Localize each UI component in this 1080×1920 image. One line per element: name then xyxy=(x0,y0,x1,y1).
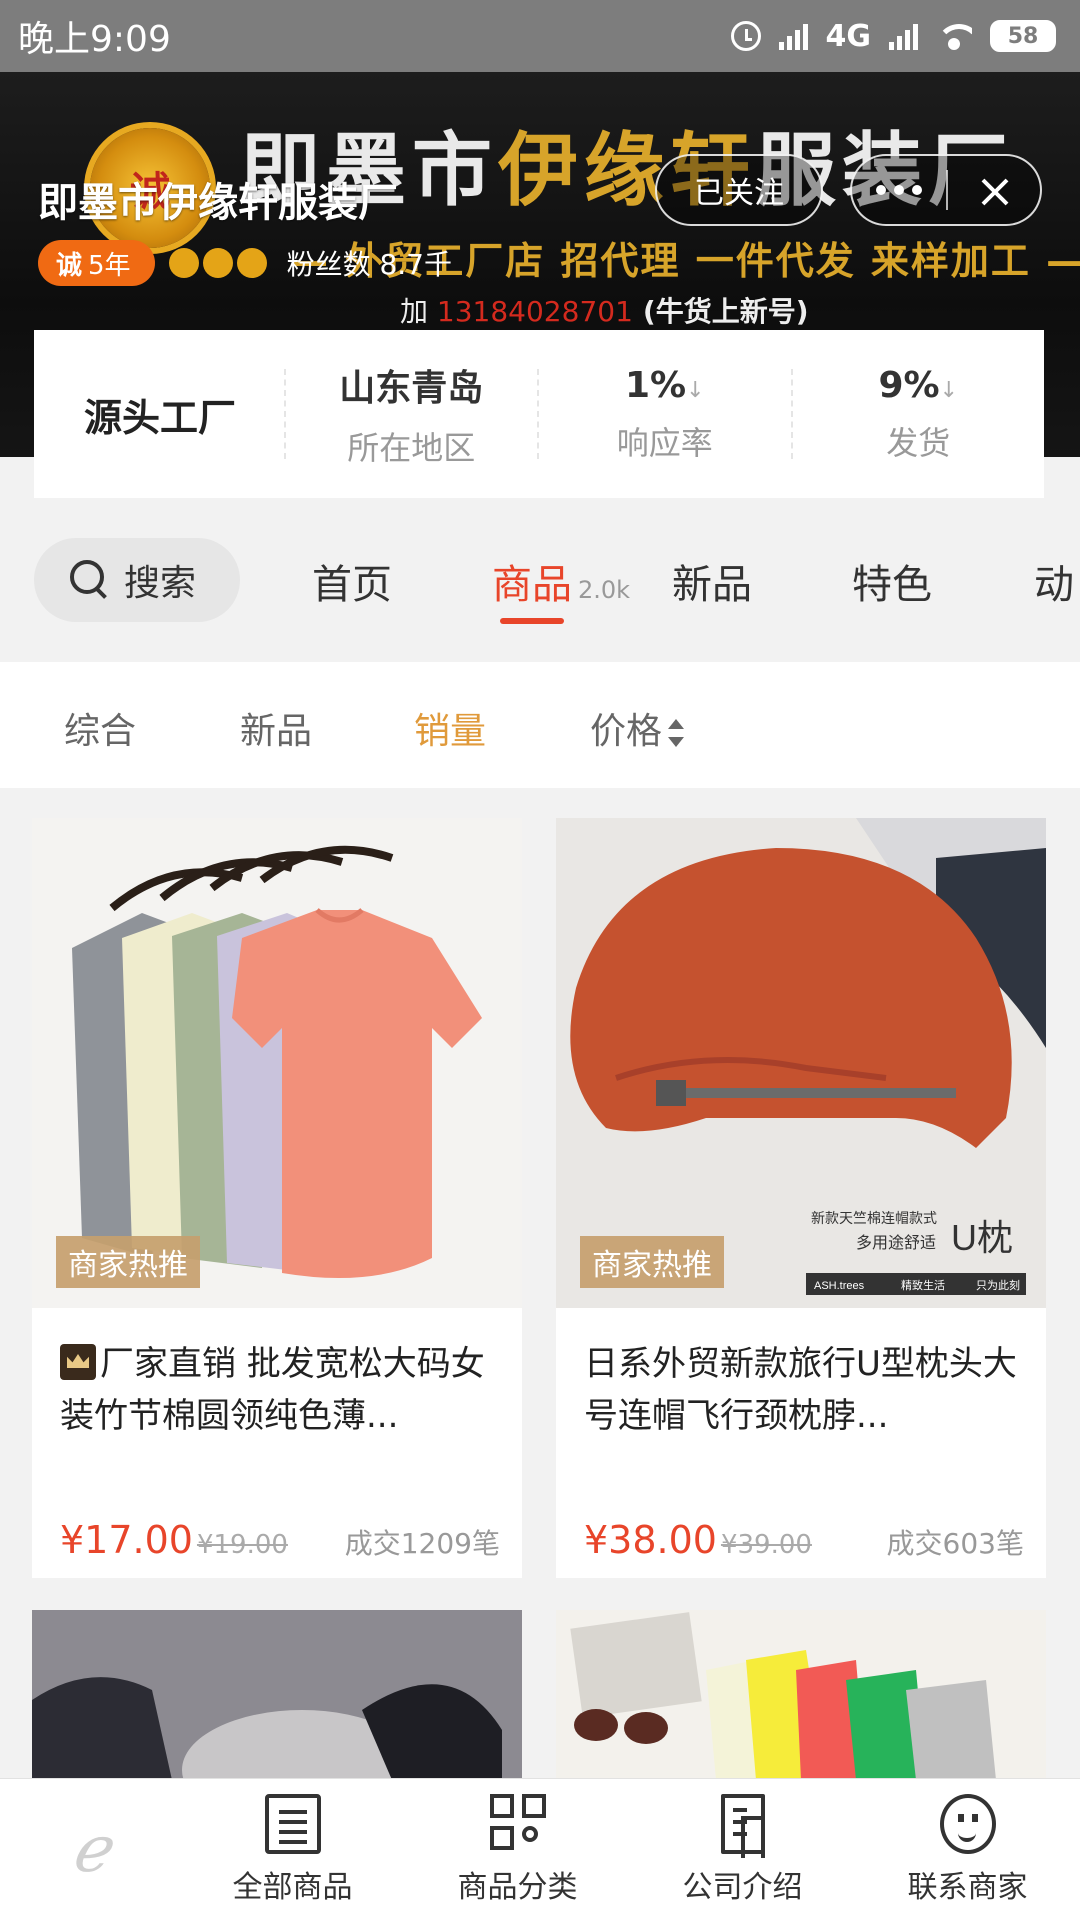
chat-face-icon xyxy=(939,1793,996,1854)
bottom-nav: ℯ 全部商品 商品分类 公司介绍 联系商家 xyxy=(0,1778,1080,1920)
tshirts-image xyxy=(32,818,522,1308)
hot-recommend-tag: 商家热推 xyxy=(56,1236,200,1288)
product-image-partial[interactable] xyxy=(32,1610,522,1780)
product-image-partial[interactable] xyxy=(556,1610,1046,1780)
product-card[interactable] xyxy=(556,1610,1046,1780)
original-price: ¥19.00 xyxy=(196,1530,288,1560)
nav-all-products[interactable]: 全部商品 xyxy=(180,1779,405,1920)
status-icons: 4G 58 xyxy=(730,18,1056,54)
credit-badge[interactable]: 诚 5年 xyxy=(38,240,155,286)
sold-count: 成交1209笔 xyxy=(344,1527,500,1560)
sort-arrows-icon xyxy=(668,718,685,748)
factory-label: 源头工厂 xyxy=(84,395,237,440)
shop-tabs: 搜索 首页 商品 2.0k 新品 特色 动 xyxy=(0,498,1080,658)
original-price: ¥39.00 xyxy=(720,1530,812,1560)
search-icon xyxy=(70,560,110,600)
capsule-menu xyxy=(850,154,1042,226)
nav-contact-seller[interactable]: 联系商家 xyxy=(855,1779,1080,1920)
product-card[interactable] xyxy=(32,1610,522,1780)
product-price: ¥38.00 xyxy=(584,1518,717,1562)
alarm-icon xyxy=(730,21,761,51)
trend-down-icon: ↓ xyxy=(686,377,705,403)
signal-icon-2 xyxy=(889,22,918,50)
aaa-rating-icon xyxy=(168,248,267,278)
status-time: 晚上9:09 xyxy=(18,19,171,60)
stat-region: 山东青岛 所在地区 xyxy=(339,368,484,467)
tab-home[interactable]: 首页 xyxy=(312,552,392,610)
nav-company-intro[interactable]: 公司介绍 xyxy=(630,1779,855,1920)
crown-icon xyxy=(60,1344,96,1380)
search-label: 搜索 xyxy=(124,563,197,604)
shop-meta: 诚 5年 粉丝数 8.7千 xyxy=(38,240,452,286)
image-text: 新款天竺棉连帽款式 xyxy=(811,1210,937,1226)
shop-info-card: 源头工厂 山东青岛 所在地区 1%↓ 响应率 9%↓ 发货 xyxy=(34,330,1044,498)
document-list-icon xyxy=(264,1793,321,1854)
wifi-icon xyxy=(936,22,972,50)
battery-icon: 58 xyxy=(990,20,1056,52)
neck-pillow-image: 新款天竺棉连帽款式 多用途舒适 U枕 ASH.trees 精致生活 只为此刻 xyxy=(556,818,1046,1308)
product-grid: 商家热推 厂家直销 批发宽松大码女装竹节棉圆领纯色薄... ¥17.00 ¥19… xyxy=(0,788,1080,1780)
status-bar: 晚上9:09 4G 58 xyxy=(0,0,1080,72)
active-tab-indicator xyxy=(500,618,564,624)
product-card[interactable]: 商家热推 厂家直销 批发宽松大码女装竹节棉圆领纯色薄... ¥17.00 ¥19… xyxy=(32,818,522,1578)
product-title: 厂家直销 批发宽松大码女装竹节棉圆领纯色薄... xyxy=(60,1344,485,1436)
more-icon[interactable] xyxy=(852,156,946,224)
svg-text:U枕: U枕 xyxy=(951,1217,1013,1258)
tab-featured[interactable]: 特色 xyxy=(852,552,932,610)
banner-phone: 加 13184028701 (牛货上新号) xyxy=(400,295,809,328)
sort-new[interactable]: 新品 xyxy=(240,702,312,754)
stat-response-rate: 1%↓ 响应率 xyxy=(616,364,713,462)
app-root: 晚上9:09 4G 58 诚 即墨市伊缘轩服装厂 — 外贸工厂店 招代理 一件代… xyxy=(0,0,1080,1920)
svg-text:精致生活: 精致生活 xyxy=(901,1278,945,1292)
network-type: 4G xyxy=(825,18,872,54)
building-icon xyxy=(720,1793,765,1858)
sort-comprehensive[interactable]: 综合 xyxy=(64,702,136,754)
alibaba-logo-icon[interactable]: ℯ xyxy=(0,1779,180,1920)
price-row: ¥17.00 ¥19.00 成交1209笔 xyxy=(60,1518,500,1562)
product-card[interactable]: 新款天竺棉连帽款式 多用途舒适 U枕 ASH.trees 精致生活 只为此刻 商… xyxy=(556,818,1046,1578)
svg-text:只为此刻: 只为此刻 xyxy=(976,1278,1020,1292)
sort-bar: 综合 新品 销量 价格 xyxy=(0,662,1080,788)
close-icon[interactable] xyxy=(948,156,1040,224)
product-title: 日系外贸新款旅行U型枕头大号连帽飞行颈枕脖... xyxy=(584,1344,1017,1436)
fans-count: 粉丝数 8.7千 xyxy=(286,248,452,281)
product-image[interactable]: 商家热推 xyxy=(32,818,522,1308)
sort-sales[interactable]: 销量 xyxy=(414,702,486,754)
product-price: ¥17.00 xyxy=(60,1518,193,1562)
search-button[interactable]: 搜索 xyxy=(34,538,240,622)
follow-button[interactable]: 已关注 xyxy=(655,154,823,226)
signal-icon xyxy=(778,22,808,50)
tab-new[interactable]: 新品 xyxy=(672,552,752,610)
shop-name: 即墨市伊缘轩服装厂 xyxy=(38,180,398,226)
product-image[interactable]: 新款天竺棉连帽款式 多用途舒适 U枕 ASH.trees 精致生活 只为此刻 商… xyxy=(556,818,1046,1308)
stat-shipping: 9%↓ 发货 xyxy=(878,364,959,462)
hot-recommend-tag: 商家热推 xyxy=(580,1236,724,1288)
price-row: ¥38.00 ¥39.00 成交603笔 xyxy=(584,1518,1024,1562)
grid-icon xyxy=(489,1793,546,1854)
tab-products[interactable]: 商品 2.0k xyxy=(492,552,630,610)
nav-categories[interactable]: 商品分类 xyxy=(405,1779,630,1920)
sort-price[interactable]: 价格 xyxy=(590,702,685,754)
sold-count: 成交603笔 xyxy=(886,1527,1024,1560)
svg-text:多用途舒适: 多用途舒适 xyxy=(856,1234,936,1252)
tab-dynamic[interactable]: 动 xyxy=(1034,552,1074,610)
svg-text:ASH.trees: ASH.trees xyxy=(814,1280,865,1292)
trend-down-icon: ↓ xyxy=(939,377,959,403)
